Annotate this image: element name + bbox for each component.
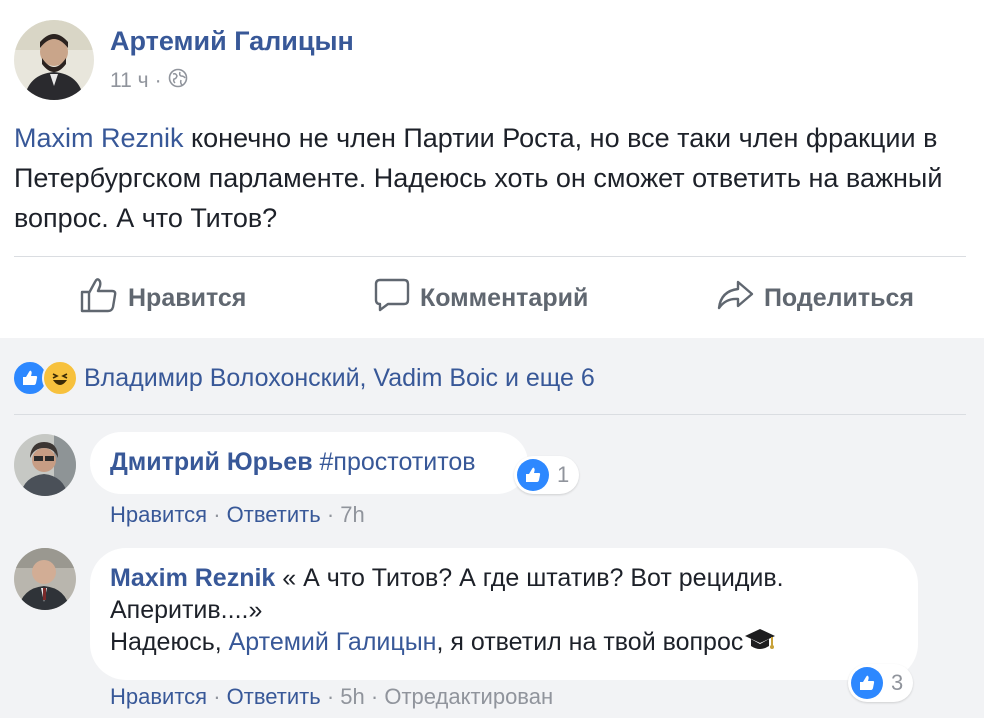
- post-text: Maxim Reznik конечно не член Партии Рост…: [14, 118, 954, 238]
- like-reaction-icon: [851, 667, 883, 699]
- post-mention[interactable]: Maxim Reznik: [14, 123, 184, 153]
- comment-avatar[interactable]: [14, 434, 76, 496]
- edited-label[interactable]: Отредактирован: [384, 684, 553, 709]
- share-arrow-icon: [716, 279, 754, 318]
- separator: ·: [326, 684, 335, 709]
- comment-line: Maxim Reznik « А что Титов? А где штатив…: [110, 562, 898, 626]
- share-button[interactable]: Поделиться: [716, 279, 914, 318]
- separator: ·: [213, 502, 221, 527]
- globe-icon: [168, 68, 188, 94]
- comment-label: Комментарий: [419, 283, 589, 312]
- thumbs-up-icon: [80, 277, 118, 320]
- commenter-name[interactable]: Дмитрий Юрьев: [110, 448, 313, 476]
- reactions-summary[interactable]: Владимир Волохонский, Vadim Boic и еще 6: [12, 360, 595, 396]
- post-time[interactable]: 11 ч: [110, 69, 149, 93]
- author-avatar[interactable]: [14, 20, 94, 100]
- like-count: 1: [557, 462, 570, 487]
- comment-like-count[interactable]: 3: [848, 664, 914, 702]
- post-meta: 11 ч ·: [110, 68, 188, 94]
- like-reaction-icon: [517, 459, 549, 491]
- comment-like-count[interactable]: 1: [514, 456, 580, 494]
- comment-like-link[interactable]: Нравится: [110, 684, 207, 709]
- comment-actions: Нравится · Ответить · 7h: [110, 502, 365, 528]
- separator: ·: [213, 684, 221, 709]
- post-actions: Нравится Комментарий Поделиться: [14, 260, 966, 336]
- comment-time[interactable]: 7h: [340, 502, 364, 527]
- separator: ·: [370, 684, 379, 709]
- haha-reaction-icon: [42, 360, 78, 396]
- separator: ·: [326, 502, 335, 527]
- comment-actions: Нравится · Ответить · 5h · Отредактирова…: [110, 684, 553, 710]
- reactions-divider: [14, 414, 966, 415]
- comments-section: Владимир Волохонский, Vadim Boic и еще 6…: [0, 338, 984, 718]
- comment-text: , я ответил на твой вопрос: [436, 628, 744, 656]
- comment-bubble: Maxim Reznik « А что Титов? А где штатив…: [90, 548, 918, 680]
- meta-separator: ·: [154, 69, 162, 92]
- comment-time[interactable]: 5h: [340, 684, 364, 709]
- reactions-text: Владимир Волохонский, Vadim Boic и еще 6: [84, 363, 595, 392]
- like-count: 3: [891, 670, 904, 695]
- share-label: Поделиться: [763, 283, 914, 312]
- comment-reply-link[interactable]: Ответить: [227, 684, 321, 709]
- comment-avatar[interactable]: [14, 548, 76, 610]
- comment-reply-link[interactable]: Ответить: [227, 502, 321, 527]
- commenter-name[interactable]: Maxim Reznik: [110, 564, 275, 592]
- comment-button[interactable]: Комментарий: [374, 278, 588, 319]
- comment-icon: [374, 278, 410, 319]
- hashtag-link[interactable]: #простотитов: [320, 448, 476, 476]
- graduation-cap-icon: [743, 626, 777, 662]
- comment-bubble: Дмитрий Юрьев #простотитов: [90, 432, 528, 494]
- comment-mention[interactable]: Артемий Галицын: [229, 628, 437, 656]
- like-label: Нравится: [128, 283, 247, 312]
- post-divider: [14, 256, 966, 257]
- post: Артемий Галицын 11 ч · Maxim Reznik коне…: [0, 0, 984, 338]
- like-button[interactable]: Нравится: [80, 277, 246, 320]
- post-author[interactable]: Артемий Галицын: [110, 26, 354, 57]
- comment-line: Надеюсь, Артемий Галицын, я ответил на т…: [110, 626, 898, 662]
- comment-text: Надеюсь,: [110, 628, 229, 656]
- comment-like-link[interactable]: Нравится: [110, 502, 207, 527]
